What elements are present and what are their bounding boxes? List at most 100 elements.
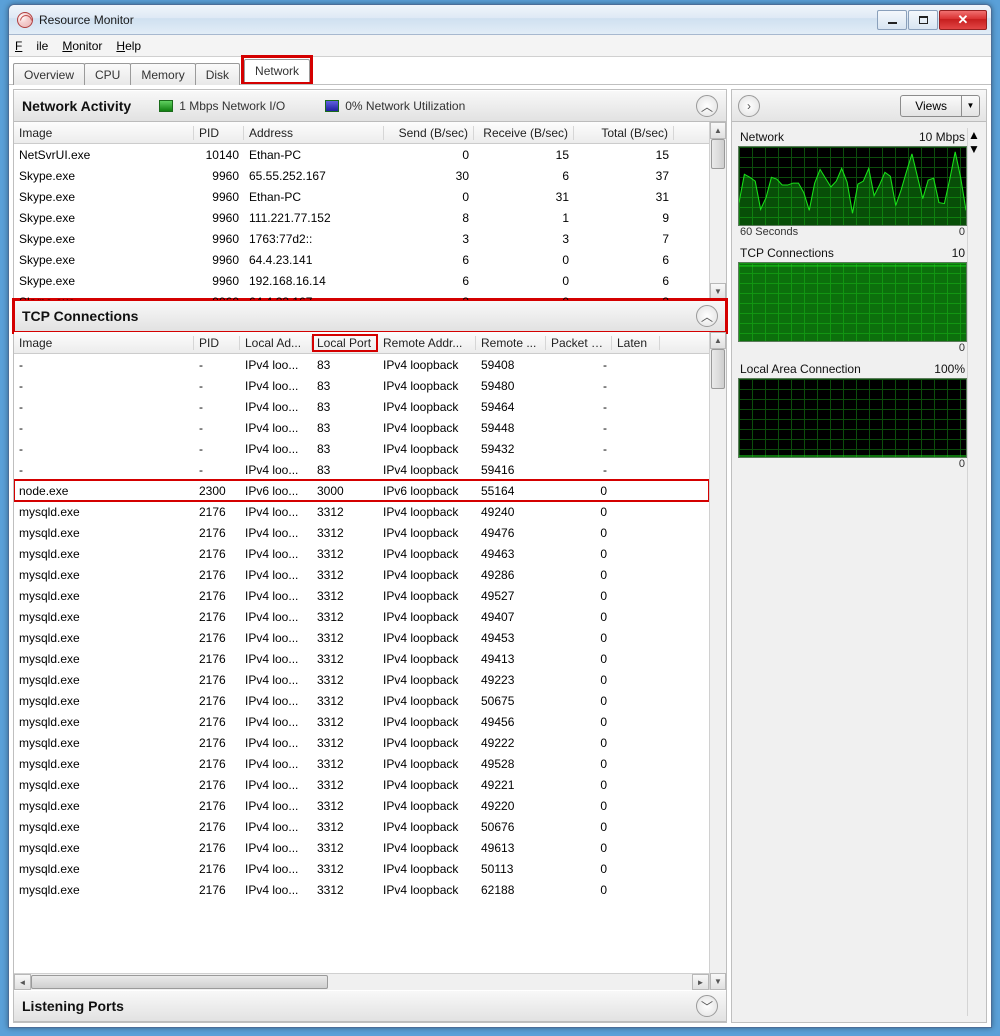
vscrollbar[interactable]: ▲ ▼ (709, 122, 726, 300)
col-pid[interactable]: PID (194, 126, 244, 140)
table-row[interactable]: Skype.exe996065.55.252.16730637 (14, 165, 709, 186)
table-row[interactable]: NetSvrUI.exe10140Ethan-PC01515 (14, 144, 709, 165)
cell-pid: - (194, 463, 240, 477)
table-row[interactable]: mysqld.exe2176IPv4 loo...3312IPv4 loopba… (14, 690, 709, 711)
cell-pkt: 0 (546, 757, 612, 771)
menu-help[interactable]: Help (116, 39, 141, 53)
tab-disk[interactable]: Disk (195, 63, 240, 85)
cell-pid: 9960 (194, 274, 244, 288)
cell-total: 9 (574, 211, 674, 225)
cell-recv: 31 (474, 190, 574, 204)
menu-monitor[interactable]: Monitor (62, 39, 102, 53)
table-row[interactable]: mysqld.exe2176IPv4 loo...3312IPv4 loopba… (14, 648, 709, 669)
table-row[interactable]: Skype.exe996064.4.23.167303 (14, 291, 709, 300)
col-pkt[interactable]: Packet L... (546, 336, 612, 350)
table-row[interactable]: mysqld.exe2176IPv4 loo...3312IPv4 loopba… (14, 774, 709, 795)
col-send[interactable]: Send (B/sec) (384, 126, 474, 140)
col-total[interactable]: Total (B/sec) (574, 126, 674, 140)
table-row[interactable]: mysqld.exe2176IPv4 loo...3312IPv4 loopba… (14, 858, 709, 879)
table-row[interactable]: --IPv4 loo...83IPv4 loopback59448- (14, 417, 709, 438)
table-row[interactable]: Skype.exe996064.4.23.141606 (14, 249, 709, 270)
cell-lport: 3312 (312, 736, 378, 750)
menu-file[interactable]: File (15, 39, 48, 53)
table-row[interactable]: mysqld.exe2176IPv4 loo...3312IPv4 loopba… (14, 501, 709, 522)
table-row[interactable]: mysqld.exe2176IPv4 loo...3312IPv4 loopba… (14, 627, 709, 648)
table-row[interactable]: --IPv4 loo...83IPv4 loopback59480- (14, 375, 709, 396)
table-row[interactable]: --IPv4 loo...83IPv4 loopback59416- (14, 459, 709, 480)
hscrollbar[interactable]: ◄ ► (14, 973, 709, 990)
tab-cpu[interactable]: CPU (84, 63, 131, 85)
scroll-down-icon[interactable]: ▼ (710, 283, 726, 300)
col-image[interactable]: Image (14, 126, 194, 140)
table-row[interactable]: --IPv4 loo...83IPv4 loopback59432- (14, 438, 709, 459)
section-header-tcp[interactable]: TCP Connections ︿ (14, 300, 726, 332)
cell-pkt: 0 (546, 736, 612, 750)
tab-overview[interactable]: Overview (13, 63, 85, 85)
app-icon (17, 12, 33, 28)
col-lport[interactable]: Local Port (312, 334, 378, 352)
table-row[interactable]: node.exe2300IPv6 loo...3000IPv6 loopback… (14, 480, 709, 501)
maximize-button[interactable] (908, 10, 938, 30)
right-vscrollbar[interactable]: ▲ ▼ (967, 128, 984, 1016)
table-row[interactable]: mysqld.exe2176IPv4 loo...3312IPv4 loopba… (14, 585, 709, 606)
table-row[interactable]: mysqld.exe2176IPv4 loo...3312IPv4 loopba… (14, 732, 709, 753)
table-row[interactable]: mysqld.exe2176IPv4 loo...3312IPv4 loopba… (14, 522, 709, 543)
views-button[interactable]: Views ▼ (900, 95, 980, 117)
table-row[interactable]: Skype.exe9960Ethan-PC03131 (14, 186, 709, 207)
chart-max: 100% (934, 362, 965, 376)
table-row[interactable]: Skype.exe9960192.168.16.14606 (14, 270, 709, 291)
vscrollbar[interactable]: ▲ ▼ (709, 332, 726, 990)
cell-image: mysqld.exe (14, 673, 194, 687)
scroll-up-icon[interactable]: ▲ (710, 122, 726, 139)
cell-raddr: IPv4 loopback (378, 358, 476, 372)
col-image[interactable]: Image (14, 336, 194, 350)
table-row[interactable]: mysqld.exe2176IPv4 loo...3312IPv4 loopba… (14, 816, 709, 837)
titlebar[interactable]: Resource Monitor ✕ (9, 5, 991, 35)
col-address[interactable]: Address (244, 126, 384, 140)
collapse-icon[interactable]: ︿ (696, 305, 718, 327)
minimize-button[interactable] (877, 10, 907, 30)
close-button[interactable]: ✕ (939, 10, 987, 30)
scroll-thumb[interactable] (711, 349, 725, 389)
views-dropdown-icon[interactable]: ▼ (962, 95, 980, 117)
cell-pkt: 0 (546, 631, 612, 645)
collapse-right-icon[interactable]: › (738, 95, 760, 117)
table-row[interactable]: Skype.exe99601763:77d2::337 (14, 228, 709, 249)
table-row[interactable]: mysqld.exe2176IPv4 loo...3312IPv4 loopba… (14, 669, 709, 690)
table-row[interactable]: mysqld.exe2176IPv4 loo...3312IPv4 loopba… (14, 879, 709, 900)
table-row[interactable]: --IPv4 loo...83IPv4 loopback59408- (14, 354, 709, 375)
cell-pkt: 0 (546, 820, 612, 834)
tab-memory[interactable]: Memory (130, 63, 195, 85)
cell-image: - (14, 421, 194, 435)
col-lat[interactable]: Laten (612, 336, 660, 350)
table-row[interactable]: mysqld.exe2176IPv4 loo...3312IPv4 loopba… (14, 543, 709, 564)
scroll-down-icon[interactable]: ▼ (710, 973, 726, 990)
scroll-down-icon[interactable]: ▼ (968, 142, 984, 156)
col-pid[interactable]: PID (194, 336, 240, 350)
col-recv[interactable]: Receive (B/sec) (474, 126, 574, 140)
cell-lport: 83 (312, 421, 378, 435)
scroll-thumb[interactable] (711, 139, 725, 169)
table-row[interactable]: Skype.exe9960111.221.77.152819 (14, 207, 709, 228)
expand-icon[interactable]: ﹀ (696, 995, 718, 1017)
collapse-icon[interactable]: ︿ (696, 95, 718, 117)
scroll-left-icon[interactable]: ◄ (14, 974, 31, 990)
tab-network[interactable]: Network (244, 59, 310, 82)
scroll-thumb[interactable] (31, 975, 328, 989)
table-row[interactable]: mysqld.exe2176IPv4 loo...3312IPv4 loopba… (14, 711, 709, 732)
section-header-network-activity[interactable]: Network Activity 1 Mbps Network I/O 0% N… (14, 90, 726, 122)
table-row[interactable]: mysqld.exe2176IPv4 loo...3312IPv4 loopba… (14, 795, 709, 816)
scroll-right-icon[interactable]: ► (692, 974, 709, 990)
cell-rport: 49220 (476, 799, 546, 813)
table-row[interactable]: mysqld.exe2176IPv4 loo...3312IPv4 loopba… (14, 606, 709, 627)
section-header-listening[interactable]: Listening Ports ﹀ (14, 990, 726, 1022)
scroll-up-icon[interactable]: ▲ (968, 128, 984, 142)
table-row[interactable]: mysqld.exe2176IPv4 loo...3312IPv4 loopba… (14, 837, 709, 858)
table-row[interactable]: mysqld.exe2176IPv4 loo...3312IPv4 loopba… (14, 564, 709, 585)
col-laddr[interactable]: Local Ad... (240, 336, 312, 350)
col-rport[interactable]: Remote ... (476, 336, 546, 350)
table-row[interactable]: mysqld.exe2176IPv4 loo...3312IPv4 loopba… (14, 753, 709, 774)
col-raddr[interactable]: Remote Addr... (378, 336, 476, 350)
table-row[interactable]: --IPv4 loo...83IPv4 loopback59464- (14, 396, 709, 417)
scroll-up-icon[interactable]: ▲ (710, 332, 726, 349)
